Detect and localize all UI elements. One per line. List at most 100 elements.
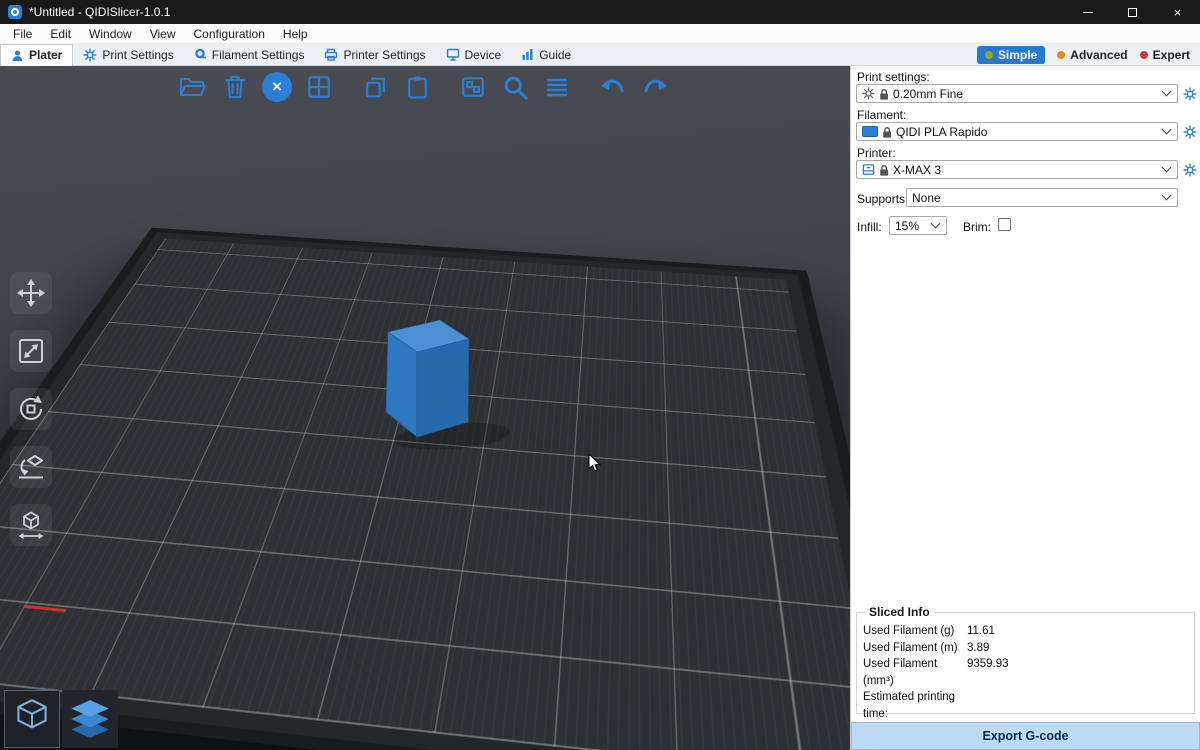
rotate-tool-button[interactable]	[10, 388, 52, 430]
tab-filament-settings[interactable]: Filament Settings	[184, 44, 315, 66]
tabbar: Plater Print Settings Filament Settings …	[0, 44, 1200, 66]
mode-advanced[interactable]: Advanced	[1057, 48, 1127, 62]
gear-icon	[83, 48, 97, 62]
printer-gear-button[interactable]	[1182, 160, 1198, 179]
brim-checkbox[interactable]	[998, 218, 1011, 231]
menu-window[interactable]: Window	[80, 24, 141, 43]
person-icon	[11, 49, 24, 62]
tab-print-settings[interactable]: Print Settings	[73, 44, 183, 66]
filament-gear-button[interactable]	[1182, 122, 1198, 141]
tab-label: Printer Settings	[343, 48, 425, 62]
menu-configuration[interactable]: Configuration	[185, 24, 274, 43]
lock-icon	[879, 164, 889, 176]
tab-label: Guide	[539, 48, 571, 62]
app-window: *Untitled - QIDISlicer-1.0.1 × File Edit…	[0, 0, 1200, 750]
settings-sidebar: Print settings: 0.20mm Fine Filament: QI…	[850, 66, 1200, 750]
layers-button[interactable]	[542, 72, 572, 102]
editor-view-button[interactable]	[4, 690, 60, 748]
printer-label: Printer:	[857, 146, 896, 160]
layers-lines-icon	[544, 75, 570, 99]
chevron-down-icon	[1162, 125, 1172, 135]
copy-button[interactable]	[360, 72, 390, 102]
menu-help[interactable]: Help	[274, 24, 317, 43]
layers-preview-icon	[67, 697, 113, 741]
gear-icon	[1183, 87, 1197, 101]
redo-button[interactable]	[640, 72, 670, 102]
menubar: File Edit Window View Configuration Help	[0, 24, 1200, 44]
viewport-toolbar: ×	[178, 72, 670, 102]
printer-icon	[324, 48, 338, 61]
close-icon: ×	[1174, 5, 1182, 20]
tab-printer-settings[interactable]: Printer Settings	[314, 44, 435, 66]
sliced-info-value: 9359.93	[967, 656, 1188, 689]
scale-icon	[16, 336, 46, 366]
maximize-button[interactable]	[1110, 0, 1155, 24]
mode-simple[interactable]: Simple	[977, 46, 1045, 64]
printer-dropdown[interactable]: X-MAX 3	[856, 160, 1178, 179]
split-objects-button[interactable]	[458, 72, 488, 102]
sliced-info-value: 11.61	[967, 623, 1188, 640]
undo-icon	[598, 74, 628, 100]
sliced-info-title: Sliced Info	[865, 605, 934, 619]
paste-clipboard-icon	[405, 74, 430, 100]
preview-view-button[interactable]	[62, 690, 118, 748]
arrange-button[interactable]	[304, 72, 334, 102]
supports-dropdown[interactable]: None	[906, 188, 1178, 207]
paste-button[interactable]	[402, 72, 432, 102]
rotate-icon	[16, 394, 46, 424]
search-button[interactable]	[500, 72, 530, 102]
sliced-info-label: Used Filament (g)	[863, 623, 967, 640]
print-settings-dropdown[interactable]: 0.20mm Fine	[856, 84, 1178, 103]
menu-view[interactable]: View	[141, 24, 185, 43]
viewport-3d[interactable]: ×	[0, 66, 850, 750]
undo-button[interactable]	[598, 72, 628, 102]
app-logo-icon	[8, 5, 22, 19]
mode-expert[interactable]: Expert	[1140, 48, 1190, 62]
measure-tool-button[interactable]	[10, 504, 52, 546]
chevron-down-icon	[1162, 191, 1172, 201]
chevron-down-icon	[931, 219, 941, 229]
sliced-info-row: Estimated printing time:	[863, 689, 1188, 722]
split-objects-icon	[460, 74, 486, 100]
tab-label: Print Settings	[102, 48, 173, 62]
mode-selector: Simple Advanced Expert	[977, 46, 1200, 64]
tab-label: Device	[465, 48, 502, 62]
move-icon	[16, 278, 46, 308]
tab-guide[interactable]: Guide	[511, 44, 581, 66]
mode-label: Advanced	[1070, 48, 1127, 62]
tab-device[interactable]: Device	[436, 44, 512, 66]
scale-tool-button[interactable]	[10, 330, 52, 372]
tab-plater[interactable]: Plater	[0, 44, 73, 66]
supports-value: None	[912, 191, 941, 205]
print-bed[interactable]	[0, 232, 850, 750]
menu-edit[interactable]: Edit	[41, 24, 80, 43]
infill-dropdown[interactable]: 15%	[889, 216, 947, 235]
open-file-button[interactable]	[178, 72, 208, 102]
close-button[interactable]: ×	[1155, 0, 1200, 24]
brim-label: Brim:	[963, 220, 991, 234]
move-tool-button[interactable]	[10, 272, 52, 314]
sliced-info-row: Used Filament (g) 11.61	[863, 623, 1188, 640]
sliced-info-label: Estimated printing time:	[863, 689, 967, 722]
minimize-button[interactable]	[1065, 0, 1110, 24]
delete-button[interactable]	[220, 72, 250, 102]
print-settings-value: 0.20mm Fine	[893, 87, 963, 101]
tab-label: Plater	[29, 48, 62, 62]
export-gcode-button[interactable]: Export G-code	[851, 722, 1200, 750]
lock-icon	[882, 126, 892, 138]
delete-all-button[interactable]: ×	[262, 72, 292, 102]
gear-icon	[1183, 125, 1197, 139]
tab-label: Filament Settings	[212, 48, 305, 62]
window-title: *Untitled - QIDISlicer-1.0.1	[29, 5, 170, 19]
filament-color-swatch	[862, 126, 878, 137]
print-settings-label: Print settings:	[857, 70, 930, 84]
infill-label: Infill:	[857, 220, 882, 234]
expert-mode-dot-icon	[1140, 51, 1148, 59]
filament-label: Filament:	[857, 108, 906, 122]
redo-icon	[640, 74, 670, 100]
filament-dropdown[interactable]: QIDI PLA Rapido	[856, 122, 1178, 141]
print-settings-gear-button[interactable]	[1182, 84, 1198, 103]
minimize-icon	[1083, 12, 1093, 13]
menu-file[interactable]: File	[4, 24, 41, 43]
place-on-face-tool-button[interactable]	[10, 446, 52, 488]
